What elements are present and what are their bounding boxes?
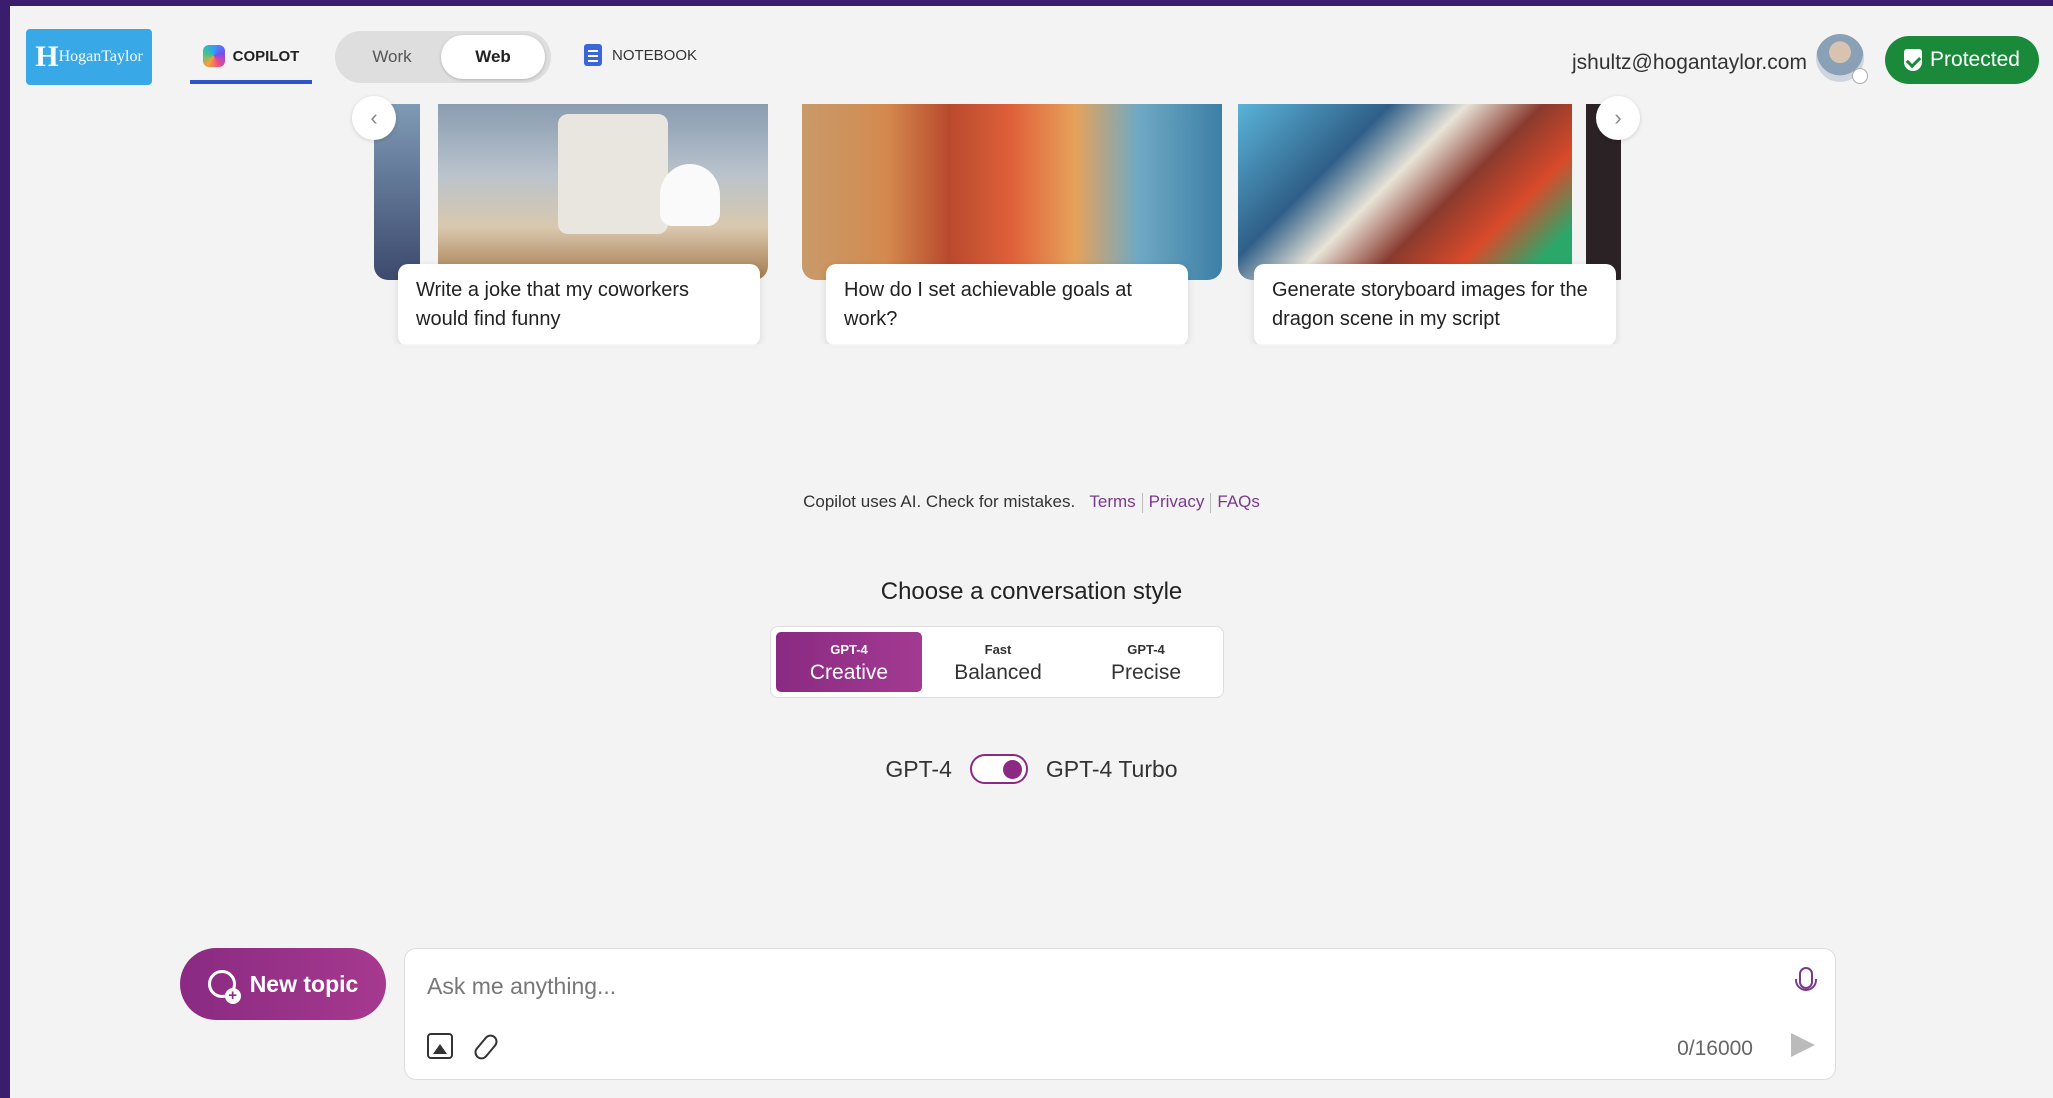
character-counter: 0/16000 <box>1677 1037 1753 1060</box>
divider <box>1141 492 1143 513</box>
disclaimer-text: Copilot uses AI. Check for mistakes. <box>803 492 1076 511</box>
disclaimer: Copilot uses AI. Check for mistakes. Ter… <box>10 492 2053 513</box>
conversation-style-title: Choose a conversation style <box>880 578 1183 605</box>
protected-label: Protected <box>1930 48 2020 71</box>
style-model-label: GPT-4 <box>830 642 868 657</box>
new-chat-icon <box>207 970 241 1004</box>
send-icon[interactable] <box>1791 1033 1815 1057</box>
faqs-link[interactable]: FAQs <box>1217 492 1260 511</box>
style-model-label: GPT-4 <box>1127 642 1165 657</box>
tab-copilot[interactable]: COPILOT <box>190 32 312 84</box>
suggestion-card[interactable]: Write a joke that my coworkers would fin… <box>398 264 760 346</box>
chevron-right-icon: › <box>1614 105 1622 130</box>
new-topic-button[interactable]: New topic <box>180 948 386 1020</box>
carousel-prev-button[interactable]: ‹ <box>352 96 396 140</box>
tab-copilot-label: COPILOT <box>232 47 300 65</box>
paperclip-icon[interactable] <box>471 1031 501 1063</box>
shield-check-icon <box>1904 49 1923 71</box>
work-web-switch: Work Web <box>335 31 551 83</box>
privacy-link[interactable]: Privacy <box>1149 492 1205 511</box>
style-balanced-button[interactable]: Fast Balanced <box>925 632 1071 692</box>
logo-mark: H <box>35 40 58 73</box>
notebook-icon <box>584 44 602 66</box>
user-email: jshultz@hogantaylor.com <box>1572 51 1807 74</box>
water-cooler-illustration <box>558 114 668 234</box>
new-topic-label: New topic <box>249 970 359 997</box>
suggestion-image <box>438 104 768 280</box>
model-toggle-right-label: GPT-4 Turbo <box>1045 755 1178 782</box>
tab-notebook[interactable]: NOTEBOOK <box>584 44 697 66</box>
account-badge-icon <box>1852 68 1868 84</box>
style-label: Creative <box>809 661 889 684</box>
mode-work-button[interactable]: Work <box>351 31 433 83</box>
suggestion-card[interactable]: How do I set achievable goals at work? <box>826 264 1188 346</box>
style-precise-button[interactable]: GPT-4 Precise <box>1073 632 1219 692</box>
tab-notebook-label: NOTEBOOK <box>612 46 698 64</box>
style-label: Precise <box>1110 661 1182 684</box>
style-model-label: Fast <box>984 642 1012 657</box>
glove-illustration <box>660 164 720 226</box>
conversation-style-selector: GPT-4 Creative Fast Balanced GPT-4 Preci… <box>770 626 1224 698</box>
suggestion-carousel: Write a joke that my coworkers would fin… <box>374 104 1621 364</box>
terms-link[interactable]: Terms <box>1089 492 1135 511</box>
gpt4-turbo-toggle[interactable] <box>969 754 1028 784</box>
copilot-window: H HoganTaylor COPILOT Work Web NOTEBOOK … <box>10 6 2053 1098</box>
carousel-fade <box>374 344 1621 364</box>
style-creative-button[interactable]: GPT-4 Creative <box>776 632 922 692</box>
model-toggle-row: GPT-4 GPT-4 Turbo <box>10 754 2053 784</box>
add-image-icon[interactable] <box>427 1033 453 1059</box>
suggestion-image <box>1238 104 1572 280</box>
mode-web-button[interactable]: Web <box>441 35 545 79</box>
model-toggle-left-label: GPT-4 <box>885 755 952 782</box>
chevron-left-icon: ‹ <box>370 105 378 130</box>
hogantaylor-logo[interactable]: H HoganTaylor <box>26 29 152 85</box>
carousel-next-button[interactable]: › <box>1596 96 1640 140</box>
chat-input[interactable] <box>425 965 1749 1007</box>
style-label: Balanced <box>954 661 1042 684</box>
copilot-icon <box>202 45 225 67</box>
suggestion-card[interactable]: Generate storyboard images for the drago… <box>1254 264 1616 346</box>
logo-text: HoganTaylor <box>58 48 143 65</box>
divider <box>1210 492 1212 513</box>
chat-composer: 0/16000 <box>404 948 1836 1080</box>
toggle-knob <box>1002 760 1022 779</box>
protected-badge[interactable]: Protected <box>1885 36 2039 84</box>
microphone-icon[interactable] <box>1795 967 1817 991</box>
suggestion-image <box>802 104 1222 280</box>
